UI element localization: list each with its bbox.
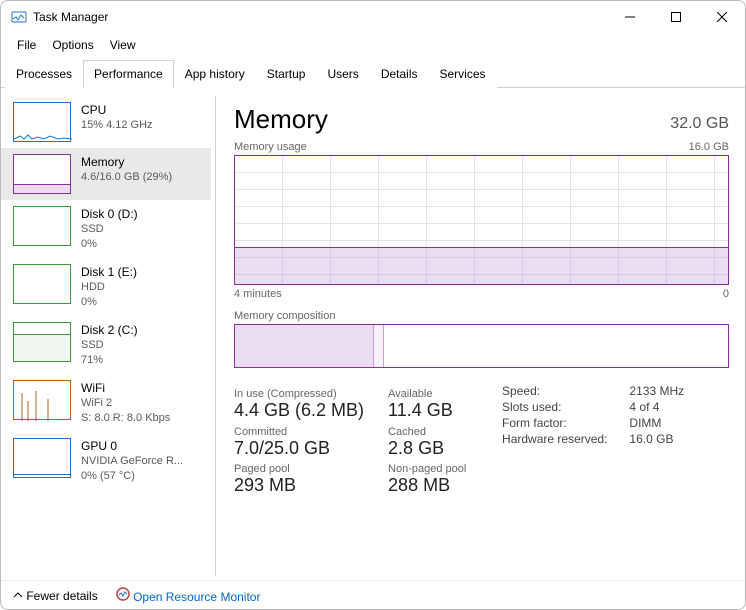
sidebar-item-gpu[interactable]: GPU 0 NVIDIA GeForce R... 0% (57 °C) — [1, 432, 211, 490]
gpu-sub2: 0% (57 °C) — [81, 469, 183, 484]
form-label: Form factor: — [502, 416, 607, 430]
committed-value: 7.0/25.0 GB — [234, 438, 364, 460]
sidebar-item-disk1[interactable]: Disk 1 (E:) HDD 0% — [1, 258, 211, 316]
nonpaged-label: Non-paged pool — [388, 463, 478, 475]
usage-chart-label: Memory usage — [234, 141, 307, 153]
resource-sidebar: CPU 15% 4.12 GHz Memory 4.6/16.0 GB (29%… — [1, 88, 211, 580]
tab-startup[interactable]: Startup — [256, 60, 317, 88]
disk1-sub1: HDD — [81, 280, 137, 295]
stats-row: In use (Compressed) 4.4 GB (6.2 MB) Comm… — [234, 384, 729, 497]
total-memory: 32.0 GB — [670, 115, 729, 133]
composition-label: Memory composition — [234, 310, 335, 322]
tab-users[interactable]: Users — [316, 60, 369, 88]
fewer-details-label: Fewer details — [26, 589, 97, 603]
content-area: CPU 15% 4.12 GHz Memory 4.6/16.0 GB (29%… — [1, 88, 745, 580]
open-resource-monitor-label[interactable]: Open Resource Monitor — [133, 590, 260, 604]
memory-usage-chart — [234, 155, 729, 285]
chart-axis-left: 4 minutes — [234, 288, 282, 300]
disk0-thumb-icon — [13, 206, 71, 246]
cached-value: 2.8 GB — [388, 438, 478, 460]
memory-thumb-icon — [13, 154, 71, 194]
gpu-sub1: NVIDIA GeForce R... — [81, 454, 183, 469]
inuse-value: 4.4 GB (6.2 MB) — [234, 400, 364, 422]
sidebar-item-disk2[interactable]: Disk 2 (C:) SSD 71% — [1, 316, 211, 374]
tab-services[interactable]: Services — [429, 60, 497, 88]
available-label: Available — [388, 388, 478, 400]
app-icon — [11, 9, 27, 25]
sidebar-item-disk0[interactable]: Disk 0 (D:) SSD 0% — [1, 200, 211, 258]
menu-file[interactable]: File — [9, 35, 44, 55]
tab-performance[interactable]: Performance — [83, 60, 174, 88]
disk2-sub2: 71% — [81, 353, 138, 368]
sidebar-item-cpu[interactable]: CPU 15% 4.12 GHz — [1, 96, 211, 148]
slots-label: Slots used: — [502, 400, 607, 414]
disk2-title: Disk 2 (C:) — [81, 322, 138, 338]
cpu-thumb-icon — [13, 102, 71, 142]
tab-strip: Processes Performance App history Startu… — [1, 59, 745, 88]
speed-value: 2133 MHz — [629, 384, 684, 398]
disk2-sub1: SSD — [81, 338, 138, 353]
page-title: Memory — [234, 104, 328, 135]
paged-label: Paged pool — [234, 463, 364, 475]
available-value: 11.4 GB — [388, 400, 478, 422]
wifi-sub1: WiFi 2 — [81, 396, 170, 411]
disk0-sub2: 0% — [81, 237, 138, 252]
memory-title: Memory — [81, 154, 172, 170]
tab-details[interactable]: Details — [370, 60, 429, 88]
memory-sub: 4.6/16.0 GB (29%) — [81, 170, 172, 185]
nonpaged-value: 288 MB — [388, 475, 478, 497]
minimize-button[interactable] — [607, 1, 653, 33]
disk0-sub1: SSD — [81, 222, 138, 237]
hardware-info: Speed: 2133 MHz Slots used: 4 of 4 Form … — [502, 384, 684, 497]
chart-axis-right: 0 — [723, 288, 729, 300]
sidebar-item-memory[interactable]: Memory 4.6/16.0 GB (29%) — [1, 148, 211, 200]
menu-options[interactable]: Options — [44, 35, 101, 55]
cached-label: Cached — [388, 426, 478, 438]
wifi-sub2: S: 8.0 R: 8.0 Kbps — [81, 411, 170, 426]
form-value: DIMM — [629, 416, 684, 430]
resource-monitor-icon — [116, 590, 133, 604]
menubar: File Options View — [1, 33, 745, 59]
disk1-thumb-icon — [13, 264, 71, 304]
reserved-label: Hardware reserved: — [502, 432, 607, 446]
chevron-up-icon — [13, 589, 23, 603]
sidebar-item-wifi[interactable]: WiFi WiFi 2 S: 8.0 R: 8.0 Kbps — [1, 374, 211, 432]
maximize-button[interactable] — [653, 1, 699, 33]
tab-processes[interactable]: Processes — [5, 60, 83, 88]
tab-app-history[interactable]: App history — [174, 60, 256, 88]
wifi-title: WiFi — [81, 380, 170, 396]
reserved-value: 16.0 GB — [629, 432, 684, 446]
usage-chart-max: 16.0 GB — [689, 141, 729, 153]
window-controls — [607, 1, 745, 33]
speed-label: Speed: — [502, 384, 607, 398]
menu-view[interactable]: View — [102, 35, 144, 55]
paged-value: 293 MB — [234, 475, 364, 497]
disk1-title: Disk 1 (E:) — [81, 264, 137, 280]
wifi-thumb-icon — [13, 380, 71, 420]
cpu-title: CPU — [81, 102, 153, 118]
cpu-sub: 15% 4.12 GHz — [81, 118, 153, 133]
fewer-details-button[interactable]: Fewer details — [13, 589, 98, 603]
committed-label: Committed — [234, 426, 364, 438]
disk1-sub2: 0% — [81, 295, 137, 310]
window-title: Task Manager — [33, 10, 607, 24]
close-button[interactable] — [699, 1, 745, 33]
disk2-thumb-icon — [13, 322, 71, 362]
inuse-label: In use (Compressed) — [234, 388, 364, 400]
detail-panel: Memory 32.0 GB Memory usage 16.0 GB 4 mi… — [215, 96, 745, 576]
disk0-title: Disk 0 (D:) — [81, 206, 138, 222]
memory-composition-chart — [234, 324, 729, 368]
titlebar: Task Manager — [1, 1, 745, 33]
slots-value: 4 of 4 — [629, 400, 684, 414]
open-resource-monitor-link[interactable]: Open Resource Monitor — [116, 587, 261, 604]
gpu-title: GPU 0 — [81, 438, 183, 454]
gpu-thumb-icon — [13, 438, 71, 478]
footer-bar: Fewer details Open Resource Monitor — [1, 580, 745, 610]
